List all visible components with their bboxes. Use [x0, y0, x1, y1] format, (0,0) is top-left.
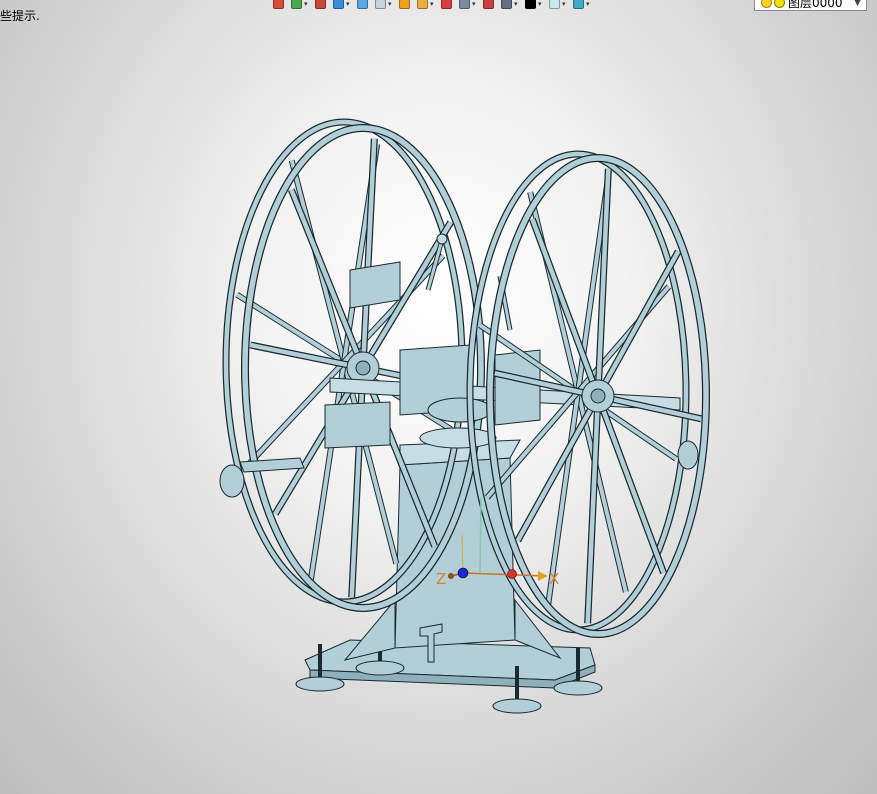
y-axis-green-line	[479, 496, 482, 574]
left-crank-knob	[219, 464, 245, 498]
right-reel-spoke-front-fill	[596, 250, 681, 398]
x-axis-label: X	[549, 570, 559, 588]
left-bracket-top	[349, 261, 401, 309]
reel-stand-model[interactable]	[219, 118, 710, 714]
origin-sphere	[457, 567, 469, 579]
left-bracket-bottom	[324, 401, 391, 449]
leveling-foot	[553, 680, 603, 696]
right-reel-hub-center	[590, 388, 606, 404]
x-axis-arrow	[538, 571, 548, 581]
right-crank-knob	[677, 440, 699, 470]
center-hub-disc	[427, 397, 493, 423]
z-handle-sphere	[448, 573, 454, 579]
right-reel-spoke-front-fill	[595, 395, 666, 574]
leveling-foot	[492, 698, 542, 714]
left-lever-knob	[436, 233, 448, 245]
collar-disc	[419, 427, 497, 449]
x-handle-sphere	[507, 569, 517, 579]
leveling-foot	[295, 676, 345, 692]
z-axis-label: Z	[436, 570, 446, 588]
leveling-foot	[355, 660, 405, 676]
left-reel-hub-center	[355, 360, 371, 376]
3d-viewport[interactable]: X Z	[0, 0, 877, 794]
